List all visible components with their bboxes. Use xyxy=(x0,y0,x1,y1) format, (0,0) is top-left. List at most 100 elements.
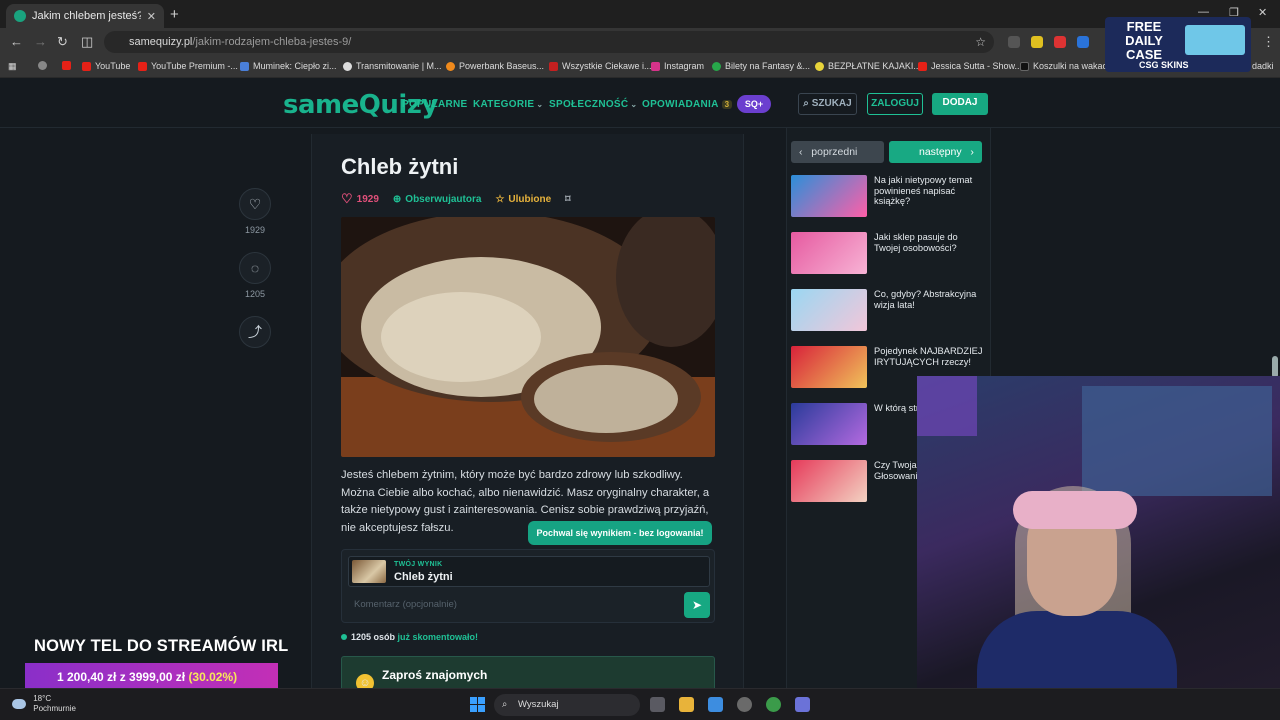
quiz-thumbnail xyxy=(791,175,867,217)
bookmark-transmitowanie[interactable]: Transmitowanie | M... xyxy=(343,61,442,71)
extension-icon[interactable] xyxy=(1054,36,1066,48)
bookmark-kajaki[interactable]: BEZPŁATNE KAJAKI... xyxy=(815,61,921,71)
extension-icon[interactable] xyxy=(1077,36,1089,48)
bookmark-bilety[interactable]: Bilety na Fantasy &... xyxy=(712,61,810,71)
search-button[interactable]: ⌕ SZUKAJ xyxy=(798,93,857,115)
bookmark-muminek[interactable]: Muminek: Ciepło zi... xyxy=(240,61,337,71)
case-image xyxy=(1185,25,1245,55)
background-screen xyxy=(1082,386,1272,496)
related-quiz-item[interactable]: Na jaki nietypowy temat powinieneś napis… xyxy=(791,175,987,219)
bookmark-folder[interactable]: dadki xyxy=(1252,61,1274,71)
streamer-body xyxy=(977,611,1177,688)
nav-opowiadania[interactable]: OPOWIADANIA 3 xyxy=(642,99,733,110)
bookmarks-bar: ▦ YouTube YouTube Premium -... Muminek: … xyxy=(0,56,1280,78)
forward-icon[interactable]: → xyxy=(34,34,47,49)
site-header: sameQuizy POPULARNE KATEGORIE ⌄ SPOŁECZNO… xyxy=(0,78,1280,128)
result-thumbnail xyxy=(352,560,386,583)
heart-icon[interactable]: ♡ xyxy=(239,188,271,220)
stream-promo-overlay: FREE DAILY CASE CSG SKINS xyxy=(1105,17,1251,72)
extension-icon[interactable] xyxy=(1031,36,1043,48)
next-button[interactable]: następny › xyxy=(889,141,982,163)
file-explorer-icon[interactable] xyxy=(679,697,694,712)
nav-spolecznosc[interactable]: SPOŁECZNOŚĆ ⌄ xyxy=(549,99,637,110)
quiz-thumbnail xyxy=(791,289,867,331)
close-window-icon[interactable]: ✕ xyxy=(1258,6,1267,19)
windows-start-icon[interactable] xyxy=(470,697,485,712)
social-rail: ♡ 1929 ◌ 1205 ⤴ xyxy=(238,188,272,348)
new-tab-icon[interactable]: + xyxy=(170,6,179,23)
article-meta: ♡ 1929 ⊕ Obserwujautora ☆ Ulubione ⌑ xyxy=(341,191,584,207)
task-view-icon[interactable] xyxy=(650,697,665,712)
taskbar-search[interactable]: ⌕ Wyszukaj xyxy=(494,694,640,716)
back-icon[interactable]: ← xyxy=(10,34,23,49)
result-label: TWÓJ WYNIK xyxy=(394,561,443,568)
quiz-title: Na jaki nietypowy temat powinieneś napis… xyxy=(874,175,973,206)
address-bar[interactable]: samequizy.pl/jakim-rodzajem-chleba-jeste… xyxy=(104,31,994,53)
add-user-icon: ⊕ xyxy=(392,193,402,205)
bookmark-icon[interactable]: ⌑ xyxy=(565,191,570,207)
app-icon[interactable] xyxy=(737,697,752,712)
cloud-icon xyxy=(12,699,26,709)
comment-input[interactable]: Komentarz (opcjonalnie) xyxy=(354,599,457,610)
your-result-box: TWÓJ WYNIK Chleb żytni Komentarz (opcjon… xyxy=(341,549,715,623)
windows-taskbar: 18°C Pochmurnie ⌕ Wyszukaj xyxy=(0,688,1280,720)
nav-popularne[interactable]: POPULARNE xyxy=(402,99,467,110)
send-icon[interactable]: ➤ xyxy=(684,592,710,618)
sq-plus-button[interactable]: SQ+ xyxy=(737,95,771,113)
bookmark-star-icon[interactable]: ☆ xyxy=(975,31,986,53)
result-value: Chleb żytni xyxy=(394,571,453,583)
comment-icon[interactable]: ◌ xyxy=(239,252,271,284)
bookmark-youtube-premium[interactable]: YouTube Premium -... xyxy=(138,61,238,71)
follow-author-button[interactable]: ⊕ Obserwujautora xyxy=(393,191,482,207)
weather-widget[interactable]: 18°C Pochmurnie xyxy=(12,694,76,714)
bookmark-jessica[interactable]: Jessica Sutta - Show... xyxy=(918,61,1022,71)
quiz-thumbnail xyxy=(791,232,867,274)
online-dot-icon xyxy=(341,634,347,640)
previous-button[interactable]: ‹ poprzedni xyxy=(791,141,884,163)
add-button[interactable]: DODAJ xyxy=(932,93,988,115)
bookmark-powerbank[interactable]: Powerbank Baseus... xyxy=(446,61,544,71)
apps-icon[interactable]: ▦ xyxy=(8,61,17,72)
related-quiz-item[interactable]: Jaki sklep pasuje do Twojej osobowości? xyxy=(791,232,987,276)
chevron-left-icon: ‹ xyxy=(799,146,803,158)
favorite-button[interactable]: ☆ Ulubione xyxy=(495,191,551,207)
bookmark-youtube[interactable]: YouTube xyxy=(82,61,130,71)
chevron-down-icon: ⌄ xyxy=(536,100,544,109)
share-icon[interactable]: ⤴ xyxy=(239,316,271,348)
share-result-button[interactable]: Pochwal się wynikiem - bez logowania! xyxy=(528,521,712,545)
background-light xyxy=(917,376,977,436)
related-quiz-item[interactable]: Co, gdyby? Abstrakcyjna wizja lata! xyxy=(791,289,987,333)
quiz-title: Jaki sklep pasuje do Twojej osobowości? xyxy=(874,232,958,253)
bookmark-ciekawe[interactable]: Wszystkie Ciekawe i... xyxy=(549,61,652,71)
cat-ear-headphones xyxy=(1013,491,1137,529)
chevron-down-icon: ⌄ xyxy=(630,100,638,109)
login-button[interactable]: ZALOGUJ xyxy=(867,93,923,115)
store-icon[interactable] xyxy=(708,697,723,712)
bookmark-icon[interactable] xyxy=(62,61,75,70)
search-icon: ⌕ xyxy=(803,98,809,109)
search-icon: ⌕ xyxy=(502,699,508,710)
browser-toolbar: ← → ↻ ◫ samequizy.pl/jakim-rodzajem-chle… xyxy=(0,28,1280,56)
extension-icon[interactable] xyxy=(1008,36,1020,48)
star-icon: ☆ xyxy=(495,193,505,205)
page-scrollbar[interactable] xyxy=(1272,356,1278,378)
menu-icon[interactable]: ⋮ xyxy=(1262,34,1275,50)
quiz-thumbnail xyxy=(791,460,867,502)
heart-icon: ♡ xyxy=(341,191,353,206)
bookmark-icon[interactable] xyxy=(38,61,51,70)
chrome-icon[interactable] xyxy=(766,697,781,712)
address-path: /jakim-rodzajem-chleba-jestes-9/ xyxy=(192,36,352,48)
discord-icon[interactable] xyxy=(795,697,810,712)
tab-title: Jakim chlebem jesteś? | sameQ xyxy=(32,10,141,22)
side-panel-icon[interactable]: ◫ xyxy=(81,34,93,50)
browser-tab-strip: Jakim chlebem jesteś? | sameQ ✕ + — ❐ ✕ xyxy=(0,0,1280,28)
close-tab-icon[interactable]: ✕ xyxy=(147,10,156,23)
like-button[interactable]: ♡ 1929 xyxy=(341,191,379,207)
reload-icon[interactable]: ↻ xyxy=(57,34,68,50)
nav-kategorie[interactable]: KATEGORIE ⌄ xyxy=(473,99,543,110)
browser-tab[interactable]: Jakim chlebem jesteś? | sameQ ✕ xyxy=(6,4,164,28)
chevron-right-icon: › xyxy=(970,146,974,158)
bookmark-instagram[interactable]: Instagram xyxy=(651,61,704,71)
address-host: samequizy.pl xyxy=(129,36,193,48)
invite-title: Zaproś znajomych xyxy=(382,668,488,682)
